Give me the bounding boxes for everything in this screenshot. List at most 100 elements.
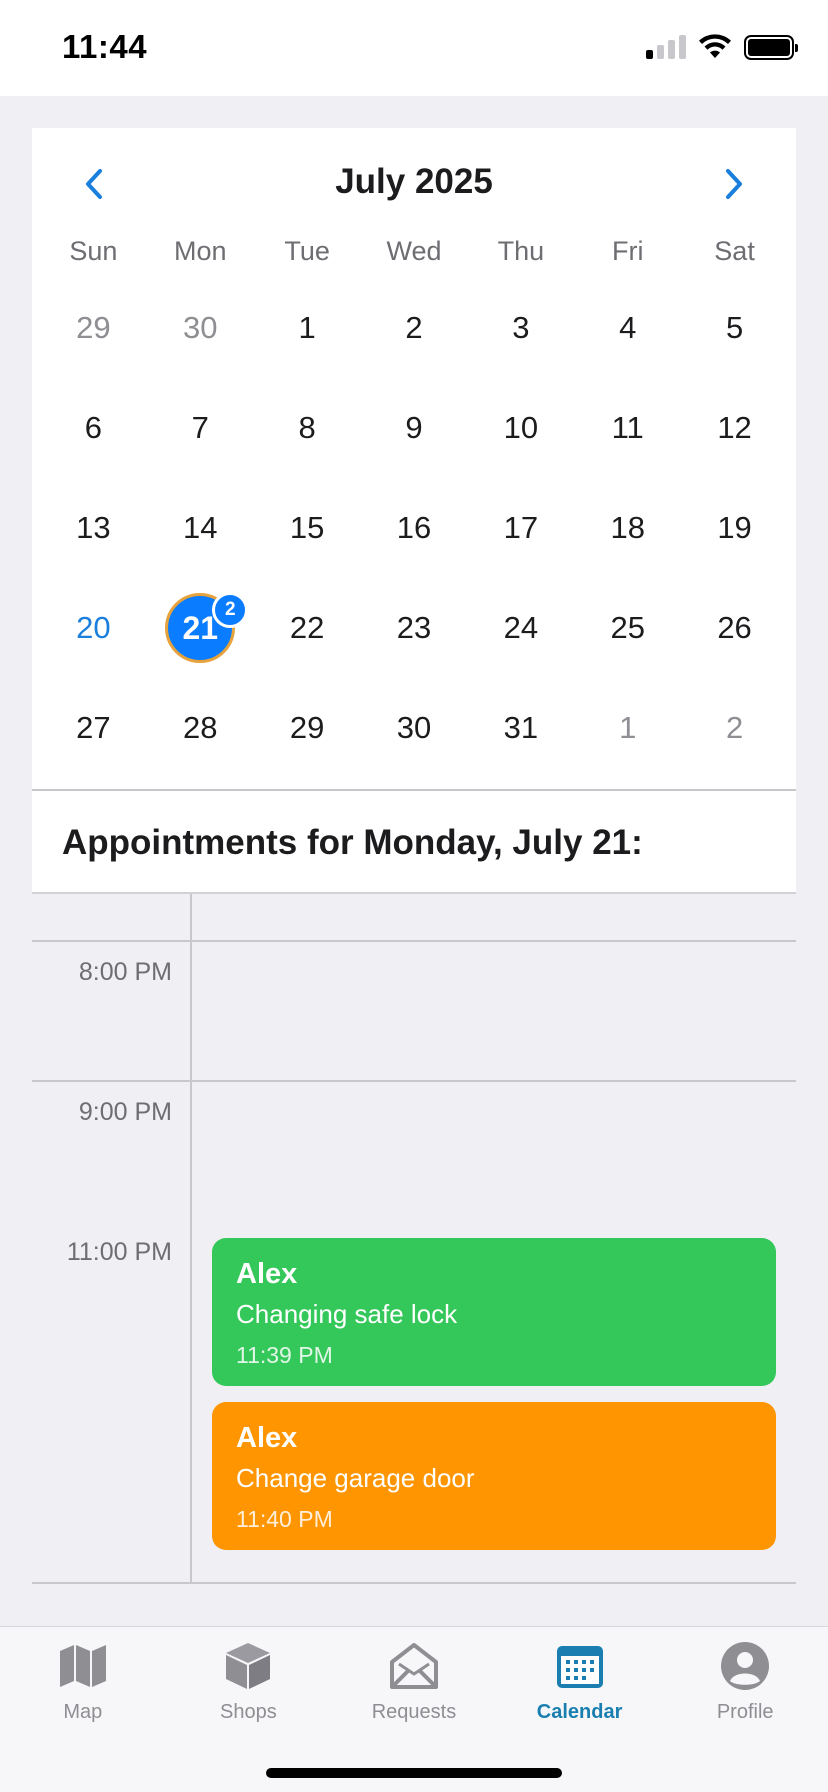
days-grid: 29 30 1 2 3 4 5 6 7 8 9 10 11 12 13 14 15 16 17 18 19 20 21 2 22… [40,278,788,778]
appointment-description: Changing safe lock [236,1299,458,1329]
calendar-day[interactable]: 28 [147,678,254,778]
appointments-header: Appointments for Monday, July 21: [32,789,796,894]
day-number: 18 [610,510,645,545]
next-month-button[interactable] [712,162,756,206]
day-number: 14 [183,510,218,545]
appointment-card[interactable]: Alex Change garage door 11:40 PM [212,1402,776,1550]
weekday-label: Thu [497,236,545,266]
weekday-label: Tue [284,236,330,266]
status-time: 11:44 [62,28,148,65]
day-number: 30 [396,710,432,745]
tab-map[interactable]: Map [0,1641,166,1724]
calendar-day[interactable]: 1 [574,678,681,778]
map-icon [55,1641,111,1691]
calendar-day[interactable]: 1 [254,278,361,378]
calendar-day[interactable]: 23 [361,578,468,678]
day-number: 2 [405,310,423,345]
status-bar: 11:44 [0,0,828,96]
time-label: 8:00 PM [78,958,172,986]
day-number: 12 [717,410,752,445]
calendar-icon [552,1641,608,1691]
calendar-day[interactable]: 24 [467,578,574,678]
calendar-day[interactable]: 26 [681,578,788,678]
time-label: 9:00 PM [78,1098,172,1126]
calendar-day[interactable]: 30 [147,278,254,378]
weekday-label: Fri [611,236,644,266]
calendar-day[interactable]: 4 [574,278,681,378]
cellular-signal-icon [646,35,686,59]
tab-calendar[interactable]: Calendar [497,1641,663,1724]
appointment-client-name: Alex [236,1422,298,1454]
calendar-day[interactable]: 25 [574,578,681,678]
tab-label: Map [63,1701,103,1723]
calendar-day[interactable]: 2 [361,278,468,378]
weekday-label: Sun [69,236,118,266]
wifi-icon [699,34,731,58]
day-number: 10 [503,410,539,445]
calendar-day[interactable]: 29 [254,678,361,778]
weekday-label: Wed [386,236,442,266]
box-icon [220,1641,276,1691]
calendar-day[interactable]: 22 [254,578,361,678]
home-indicator[interactable] [266,1768,562,1778]
appointment-time: 11:40 PM [236,1506,333,1532]
day-number: 27 [76,710,111,745]
day-number: 1 [619,710,637,745]
tab-label: Profile [716,1701,774,1723]
day-number: 9 [405,410,423,445]
tab-requests[interactable]: Requests [331,1641,497,1724]
calendar-day[interactable]: 29 [40,278,147,378]
day-number: 29 [289,710,325,745]
tab-profile[interactable]: Profile [662,1641,828,1724]
month-title: July 2025 [335,162,493,201]
calendar-day[interactable]: 5 [681,278,788,378]
chevron-right-icon [726,169,742,199]
day-number: 15 [289,510,325,545]
calendar-day[interactable]: 18 [574,478,681,578]
calendar-day[interactable]: 12 [681,378,788,478]
calendar-day-today[interactable]: 20 [40,578,147,678]
calendar-day[interactable]: 17 [467,478,574,578]
day-number: 17 [503,510,539,545]
calendar-day[interactable]: 8 [254,378,361,478]
day-number: 4 [619,310,637,345]
calendar-card: July 2025 Sun Mon Tue Wed Thu Fri Sat 29… [32,128,796,789]
calendar-day[interactable]: 14 [147,478,254,578]
appointment-time: 11:39 PM [236,1342,333,1368]
calendar-day[interactable]: 31 [467,678,574,778]
calendar-day[interactable]: 6 [40,378,147,478]
calendar-day[interactable]: 16 [361,478,468,578]
day-number: 26 [717,610,752,645]
tab-shops[interactable]: Shops [166,1641,332,1724]
day-number: 29 [76,310,111,345]
calendar-day[interactable]: 9 [361,378,468,478]
time-label: 11:00 PM [66,1238,172,1266]
day-number: 25 [610,610,645,645]
calendar-day[interactable]: 19 [681,478,788,578]
calendar-day[interactable]: 15 [254,478,361,578]
day-number: 28 [183,710,218,745]
calendar-day[interactable]: 3 [467,278,574,378]
day-number: 7 [191,410,209,445]
calendar-day[interactable]: 7 [147,378,254,478]
day-number: 31 [503,710,539,745]
calendar-day[interactable]: 27 [40,678,147,778]
calendar-day[interactable]: 2 [681,678,788,778]
calendar-day[interactable]: 30 [361,678,468,778]
profile-icon [717,1641,773,1691]
tab-label: Calendar [536,1701,623,1723]
calendar-day-selected[interactable]: 21 2 [147,578,254,678]
day-number: 2 [725,710,744,745]
tab-label: Requests [371,1701,457,1723]
day-number: 22 [289,610,325,645]
day-number: 5 [725,310,744,345]
appointments-title: Appointments for Monday, July 21: [62,823,643,862]
day-number: 1 [298,310,316,345]
calendar-day[interactable]: 11 [574,378,681,478]
calendar-day[interactable]: 10 [467,378,574,478]
appointments-timeline[interactable]: 8:00 PM 9:00 PM 11:00 PM Alex Changing s… [32,894,796,1586]
calendar-day[interactable]: 13 [40,478,147,578]
hour-divider [32,940,796,942]
day-number: 3 [512,310,530,345]
appointment-card[interactable]: Alex Changing safe lock 11:39 PM [212,1238,776,1386]
